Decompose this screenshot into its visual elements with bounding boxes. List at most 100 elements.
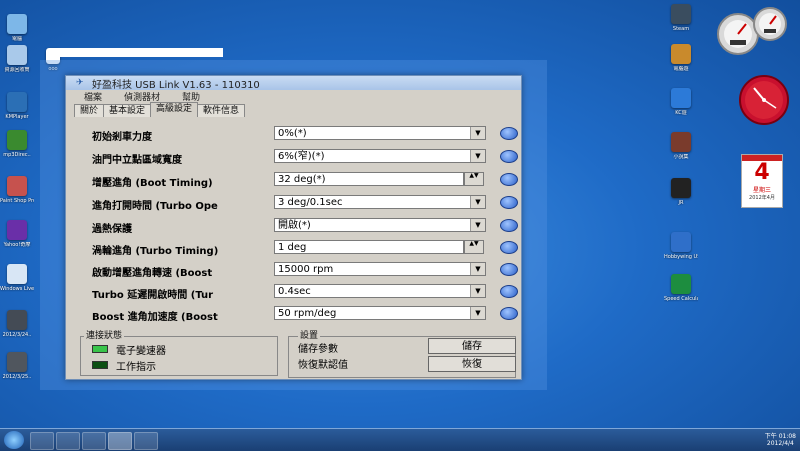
setting-dropdown[interactable]: 0.4sec: [274, 284, 486, 298]
explorer-taskbar-icon[interactable]: [56, 432, 80, 450]
connection-status-group: 連接狀態 電子變速器 工作指示: [76, 328, 278, 376]
help-icon[interactable]: [500, 219, 518, 232]
desktop-icon[interactable]: 資源回收筒: [0, 45, 34, 73]
setting-label: 初始剎車力度: [92, 132, 152, 143]
menu-detect[interactable]: 偵測器材: [124, 90, 160, 103]
redaction-bar: [57, 48, 223, 57]
setting-dropdown[interactable]: 15000 rpm: [274, 262, 486, 276]
window-title: 好盈科技 USB Link V1.63 - 110310: [92, 79, 260, 91]
desktop-app-icon: [7, 176, 27, 196]
desktop-icon[interactable]: Paint Shop Pro: [0, 176, 34, 204]
usb-link-window: ✈ 好盈科技 USB Link V1.63 - 110310 檔案 偵測器材 幫…: [65, 75, 522, 380]
setting-label: 過熱保護: [92, 224, 132, 235]
work-status-label: 工作指示: [116, 362, 156, 373]
spin-arrows-icon[interactable]: ▲▼: [464, 240, 484, 254]
start-button[interactable]: [4, 431, 24, 449]
calendar-gadget[interactable]: 4 星期三 2012年4月: [741, 154, 783, 208]
help-icon[interactable]: [500, 241, 518, 254]
chevron-down-icon[interactable]: ▼: [470, 196, 485, 208]
setting-row: 渦輪進角 (Turbo Timing) 1 deg ▲▼: [80, 240, 522, 257]
desktop-icon-label: 資源回收筒: [4, 67, 30, 73]
desktop-app-icon: [671, 232, 691, 252]
desktop-icon[interactable]: 電腦遊: [664, 44, 698, 72]
help-icon[interactable]: [500, 307, 518, 320]
desktop-app-icon: [671, 4, 691, 24]
setting-row: Boost 進角加速度 (Boost 50 rpm/deg ▼: [80, 306, 522, 323]
calendar-day: 4: [754, 160, 770, 185]
desktop-app-icon: [671, 274, 691, 294]
cpu-meter-gadget[interactable]: [712, 4, 790, 56]
restore-defaults-label: 恢復默認值: [298, 360, 348, 371]
tab-advanced-settings[interactable]: 高級設定: [150, 102, 199, 117]
save-params-label: 儲存參數: [298, 344, 338, 355]
help-icon[interactable]: [500, 196, 518, 209]
setting-label: 油門中立點區域寬度: [92, 155, 182, 166]
chevron-down-icon[interactable]: ▼: [470, 263, 485, 275]
tab-about[interactable]: 關於: [74, 104, 105, 117]
desktop-icon[interactable]: Speed Calculator: [664, 274, 698, 302]
help-icon[interactable]: [500, 127, 518, 140]
setting-spin-input[interactable]: 1 deg: [274, 240, 464, 254]
chevron-down-icon[interactable]: ▼: [470, 150, 485, 162]
chevron-down-icon[interactable]: ▼: [470, 219, 485, 231]
desktop-icon[interactable]: Hobbywing USB Link: [664, 232, 698, 260]
spin-arrows-icon[interactable]: ▲▼: [464, 172, 484, 186]
clock-gadget[interactable]: [738, 74, 790, 126]
help-icon[interactable]: [500, 263, 518, 276]
menu-file[interactable]: 檔案: [84, 90, 102, 103]
desktop-icon-label: 電腦: [11, 36, 22, 42]
desktop-icon[interactable]: Windows Live: [0, 264, 34, 292]
media-player-taskbar-icon[interactable]: [82, 432, 106, 450]
desktop-icon[interactable]: 小說集: [664, 132, 698, 160]
menu-help[interactable]: 幫助: [182, 90, 200, 103]
desktop-app-icon: [7, 14, 27, 34]
desktop-icon[interactable]: 電腦: [0, 14, 34, 42]
tab-basic-settings[interactable]: 基本設定: [103, 104, 152, 117]
setting-dropdown[interactable]: 3 deg/0.1sec: [274, 195, 486, 209]
desktop-icon-label: 電腦遊: [673, 66, 689, 72]
desktop-icon-label: 小說集: [673, 154, 689, 160]
desktop-icon[interactable]: JR: [664, 178, 698, 206]
desktop-icon[interactable]: KMPlayer: [0, 92, 34, 120]
tab-software-info[interactable]: 軟件信息: [197, 104, 246, 117]
desktop-icon[interactable]: mp3Direc..: [0, 130, 34, 158]
system-clock[interactable]: 下午 01:08 2012/4/4: [765, 433, 796, 447]
setting-dropdown[interactable]: 0%(*): [274, 126, 486, 140]
setting-dropdown[interactable]: 6%(窄)(*): [274, 149, 486, 163]
help-icon[interactable]: [500, 173, 518, 186]
desktop-icon-label: Paint Shop Pro: [0, 198, 34, 204]
desktop-app-icon: [7, 264, 27, 284]
paint-taskbar-icon[interactable]: [134, 432, 158, 450]
save-button[interactable]: 儲存: [428, 338, 516, 354]
help-icon[interactable]: [500, 150, 518, 163]
desktop-icon-label: Speed Calculator: [664, 296, 698, 302]
setting-row: 初始剎車力度 0%(*) ▼: [80, 126, 522, 143]
desktop-app-icon: [7, 92, 27, 112]
desktop-app-icon: [7, 352, 27, 372]
setting-label: Turbo 延遲開啟時間 (Tur: [92, 290, 214, 301]
desktop-icon-label: 2012/3/25..: [2, 374, 32, 380]
setting-dropdown[interactable]: 50 rpm/deg: [274, 306, 486, 320]
desktop-icon-label: KMPlayer: [5, 114, 29, 120]
ie-taskbar-icon[interactable]: [30, 432, 54, 450]
setting-label: Boost 進角加速度 (Boost: [92, 312, 218, 323]
desktop-app-icon: [671, 88, 691, 108]
desktop-icon[interactable]: KC遊: [664, 88, 698, 116]
desktop-icon-label: mp3Direc..: [3, 152, 31, 158]
desktop-icon[interactable]: 2012/3/24..: [0, 310, 34, 338]
help-icon[interactable]: [500, 285, 518, 298]
calendar-month: 2012年4月: [749, 195, 775, 201]
desktop-icon[interactable]: Steam: [664, 4, 698, 32]
esc-led-indicator: [92, 345, 108, 353]
setting-dropdown[interactable]: 開啟(*): [274, 218, 486, 232]
desktop-icon[interactable]: Yahoo!奇摩: [0, 220, 34, 248]
usb-link-taskbar-icon[interactable]: [108, 432, 132, 450]
setting-spin-input[interactable]: 32 deg(*): [274, 172, 464, 186]
tab-strip: 關於 基本設定 高級設定 軟件信息: [74, 102, 246, 117]
chevron-down-icon[interactable]: ▼: [470, 127, 485, 139]
restore-button[interactable]: 恢復: [428, 356, 516, 372]
chevron-down-icon[interactable]: ▼: [470, 285, 485, 297]
desktop-icon[interactable]: 2012/3/25..: [0, 352, 34, 380]
window-titlebar[interactable]: ✈ 好盈科技 USB Link V1.63 - 110310: [66, 76, 521, 91]
chevron-down-icon[interactable]: ▼: [470, 307, 485, 319]
